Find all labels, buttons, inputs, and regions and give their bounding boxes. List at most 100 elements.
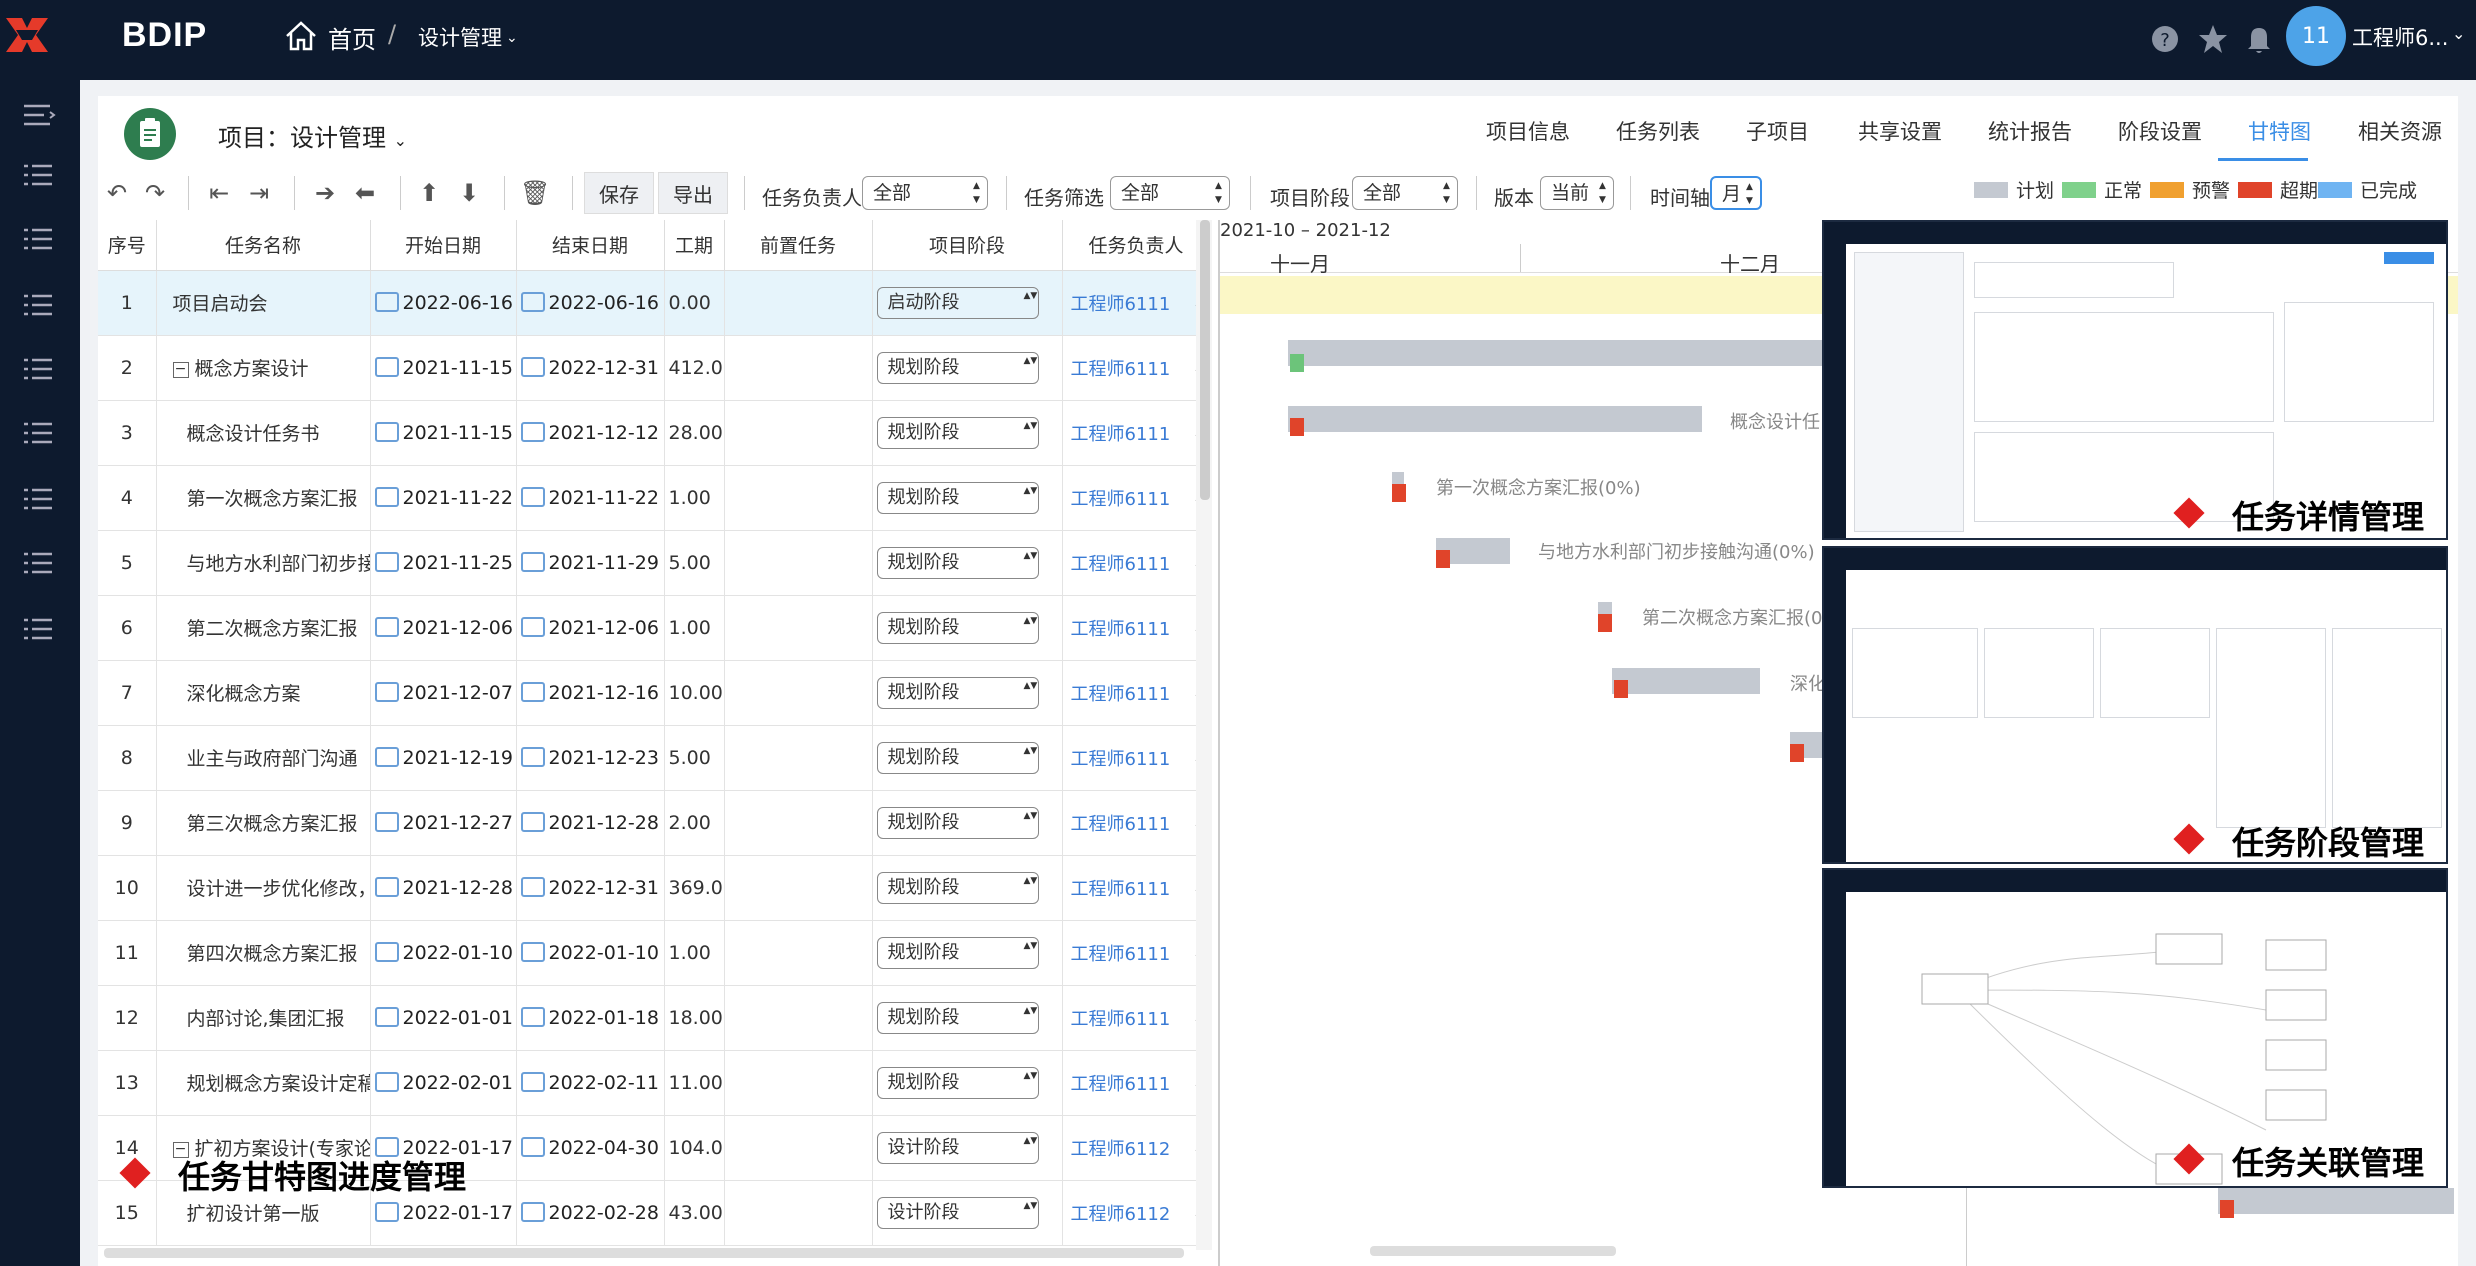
- owner-link[interactable]: 工程师6111: [1063, 489, 1171, 510]
- table-row[interactable]: 9第三次概念方案汇报2021-12-272021-12-282.00规划阶段工程…: [98, 790, 1210, 856]
- calendar-icon[interactable]: [374, 1202, 399, 1222]
- predecessor-cell[interactable]: [724, 465, 873, 531]
- calendar-icon[interactable]: [520, 292, 545, 312]
- end-date-cell[interactable]: 2021-12-16: [516, 660, 665, 726]
- tab-subproject[interactable]: 子项目: [1746, 116, 1809, 146]
- predecessor-cell[interactable]: [724, 1180, 873, 1246]
- trash-icon[interactable]: 🗑: [520, 178, 550, 208]
- task-name-cell[interactable]: 业主与政府部门沟通: [156, 725, 371, 791]
- stage-filter-select[interactable]: 全部: [1352, 176, 1458, 210]
- version-select[interactable]: 当前: [1540, 176, 1614, 210]
- col-header-stage[interactable]: 项目阶段: [872, 220, 1063, 271]
- end-date-cell[interactable]: 2021-12-12: [516, 400, 665, 466]
- grid-horizontal-scrollbar[interactable]: [104, 1248, 1184, 1258]
- tab-resources[interactable]: 相关资源: [2358, 116, 2442, 146]
- duration-cell[interactable]: 1.00: [664, 920, 725, 986]
- owner-cell[interactable]: 工程师6112⌕: [1062, 1115, 1210, 1181]
- sidebar-list-icon[interactable]: [22, 292, 56, 318]
- stage-select[interactable]: 设计阶段: [876, 1196, 1039, 1229]
- calendar-icon[interactable]: [374, 617, 399, 637]
- duration-cell[interactable]: 1.00: [664, 595, 725, 661]
- stage-select[interactable]: 规划阶段: [876, 806, 1039, 839]
- table-row[interactable]: 4第一次概念方案汇报2021-11-222021-11-221.00规划阶段工程…: [98, 465, 1210, 531]
- calendar-icon[interactable]: [520, 1007, 545, 1027]
- calendar-icon[interactable]: [374, 877, 399, 897]
- owner-cell[interactable]: 工程师6111⌕: [1062, 790, 1210, 856]
- stage-select[interactable]: 规划阶段: [876, 741, 1039, 774]
- sidebar-list-icon[interactable]: [22, 226, 56, 252]
- task-name-cell[interactable]: 规划概念方案设计定稿: [156, 1050, 371, 1116]
- owner-cell[interactable]: 工程师6111⌕: [1062, 725, 1210, 791]
- home-icon[interactable]: [284, 20, 318, 52]
- grid-scroll-thumb[interactable]: [1200, 220, 1210, 500]
- calendar-icon[interactable]: [520, 1202, 545, 1222]
- col-header-no[interactable]: 序号: [98, 220, 157, 271]
- table-row[interactable]: 1项目启动会2022-06-162022-06-160.00启动阶段工程师611…: [98, 270, 1210, 336]
- owner-cell[interactable]: 工程师6111⌕: [1062, 335, 1210, 401]
- calendar-icon[interactable]: [520, 487, 545, 507]
- calendar-icon[interactable]: [520, 1072, 545, 1092]
- end-date-cell[interactable]: 2022-12-31: [516, 855, 665, 921]
- start-date-cell[interactable]: 2021-12-19: [370, 725, 517, 791]
- owner-cell[interactable]: 工程师6111⌕: [1062, 920, 1210, 986]
- col-header-owner[interactable]: 任务负责人: [1062, 220, 1210, 271]
- stage-select[interactable]: 启动阶段: [876, 286, 1039, 319]
- owner-cell[interactable]: 工程师6111⌕: [1062, 660, 1210, 726]
- table-row[interactable]: 6第二次概念方案汇报2021-12-062021-12-061.00规划阶段工程…: [98, 595, 1210, 661]
- owner-link[interactable]: 工程师6111: [1063, 619, 1171, 640]
- owner-link[interactable]: 工程师6112: [1063, 1204, 1171, 1225]
- breadcrumb-home[interactable]: 首页: [328, 20, 376, 55]
- chevron-down-icon[interactable]: ⌄: [394, 131, 407, 150]
- stage-select[interactable]: 规划阶段: [876, 676, 1039, 709]
- bell-icon[interactable]: [2242, 22, 2276, 56]
- duration-cell[interactable]: 104.00: [664, 1115, 725, 1181]
- task-name-cell[interactable]: 第一次概念方案汇报: [156, 465, 371, 531]
- calendar-icon[interactable]: [374, 1072, 399, 1092]
- tab-gantt[interactable]: 甘特图: [2248, 116, 2311, 146]
- calendar-icon[interactable]: [520, 1137, 545, 1157]
- calendar-icon[interactable]: [374, 747, 399, 767]
- arrow-left-icon[interactable]: ⬅: [350, 178, 380, 208]
- predecessor-cell[interactable]: [724, 530, 873, 596]
- sidebar-list-icon[interactable]: [22, 486, 56, 512]
- calendar-icon[interactable]: [520, 747, 545, 767]
- duration-cell[interactable]: 5.00: [664, 530, 725, 596]
- duration-cell[interactable]: 369.00: [664, 855, 725, 921]
- table-row[interactable]: 12 内部讨论,集团汇报 2022-01-01 2022-01-18 18.00 规划阶段…: [98, 985, 1210, 1051]
- task-filter-select[interactable]: 全部: [1110, 176, 1230, 210]
- outdent-icon[interactable]: ⇤: [204, 178, 234, 208]
- duration-cell[interactable]: 0.00: [664, 270, 725, 336]
- calendar-icon[interactable]: [374, 292, 399, 312]
- timeline-select[interactable]: 月: [1710, 176, 1762, 210]
- owner-cell[interactable]: 工程师6111⌕: [1062, 595, 1210, 661]
- start-date-cell[interactable]: 2022-02-01: [370, 1050, 517, 1116]
- end-date-cell[interactable]: 2022-06-16: [516, 270, 665, 336]
- predecessor-cell[interactable]: [724, 1115, 873, 1181]
- calendar-icon[interactable]: [520, 357, 545, 377]
- save-button[interactable]: 保存: [584, 172, 654, 214]
- predecessor-cell[interactable]: [724, 920, 873, 986]
- owner-cell[interactable]: 工程师6111⌕: [1062, 985, 1210, 1051]
- sidebar-list-icon[interactable]: [22, 550, 56, 576]
- end-date-cell[interactable]: 2021-12-06: [516, 595, 665, 661]
- predecessor-cell[interactable]: [724, 660, 873, 726]
- calendar-icon[interactable]: [520, 877, 545, 897]
- sidebar-list-icon[interactable]: [22, 420, 56, 446]
- end-date-cell[interactable]: 2022-01-18: [516, 985, 665, 1051]
- table-row[interactable]: 2−概念方案设计2021-11-152022-12-31412.00规划阶段工程…: [98, 335, 1210, 401]
- avatar[interactable]: 11: [2286, 6, 2346, 66]
- start-date-cell[interactable]: 2021-11-25: [370, 530, 517, 596]
- task-name-cell[interactable]: 第二次概念方案汇报: [156, 595, 371, 661]
- duration-cell[interactable]: 28.00: [664, 400, 725, 466]
- owner-link[interactable]: 工程师6111: [1063, 554, 1171, 575]
- tab-task-list[interactable]: 任务列表: [1616, 116, 1700, 146]
- predecessor-cell[interactable]: [724, 335, 873, 401]
- chevron-down-icon[interactable]: ⌄: [506, 30, 518, 46]
- table-row[interactable]: 13 规划概念方案设计定稿 2022-02-01 2022-02-11 11.00 规划阶…: [98, 1050, 1210, 1116]
- end-date-cell[interactable]: 2022-01-10: [516, 920, 665, 986]
- calendar-icon[interactable]: [374, 812, 399, 832]
- calendar-icon[interactable]: [374, 487, 399, 507]
- owner-cell[interactable]: 工程师6111⌕: [1062, 530, 1210, 596]
- col-header-name[interactable]: 任务名称: [156, 220, 371, 271]
- duration-cell[interactable]: 18.00: [664, 985, 725, 1051]
